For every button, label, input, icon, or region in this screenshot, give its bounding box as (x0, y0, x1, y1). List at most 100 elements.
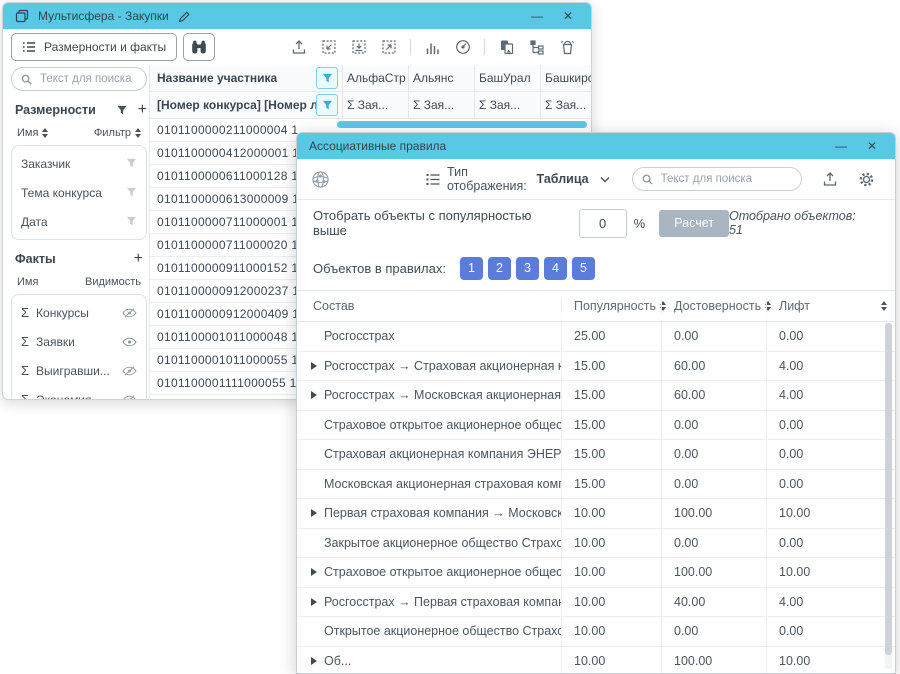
close-button[interactable]: ✕ (861, 137, 883, 155)
scrollbar-thumb[interactable] (885, 323, 892, 655)
eye-off-icon[interactable] (122, 308, 137, 318)
rule-row[interactable]: Росгосстрах → Первая страховая компания1… (297, 588, 895, 618)
rename-pencil-icon[interactable] (178, 10, 191, 23)
eye-icon[interactable] (122, 337, 137, 347)
participant-column-header[interactable]: Альянс (408, 65, 474, 91)
col-name-label[interactable]: Имя (17, 276, 38, 288)
search-objects-button[interactable] (183, 33, 215, 61)
rule-row[interactable]: Росгосстрах → Московская акционерная с..… (297, 381, 895, 411)
rule-row[interactable]: Московская акционерная страховая комп...… (297, 470, 895, 500)
dimensions-filter-icon[interactable] (116, 105, 128, 116)
participant-measure-cell[interactable]: Σ Зая... (540, 92, 592, 118)
row-header-sub-cell[interactable]: [Номер конкурса] [Номер лота] (150, 92, 342, 118)
dimensions-facts-button[interactable]: Размерности и факты (11, 33, 177, 61)
sort-arrows-icon[interactable] (881, 301, 887, 311)
filter-funnel-icon[interactable] (126, 187, 137, 198)
confidence-cell: 0.00 (661, 617, 766, 646)
fact-item[interactable]: ΣЭкономия (12, 385, 146, 400)
calc-button[interactable]: Расчет (659, 210, 729, 237)
dimension-item[interactable]: Тема конкурса (12, 178, 146, 207)
col-visibility-label[interactable]: Видимость (85, 276, 141, 288)
participant-measure-cell[interactable]: Σ Зая... (408, 92, 474, 118)
participant-column-header[interactable]: Башкирс (540, 65, 592, 91)
popularity-cell: 15.00 (561, 411, 661, 440)
sidebar-search[interactable] (11, 67, 147, 91)
eye-off-icon[interactable] (122, 395, 137, 401)
minimize-button[interactable]: — (830, 137, 852, 155)
rule-size-button[interactable]: 2 (488, 257, 511, 280)
view-type-selector[interactable]: Тип отображения: Таблица (426, 165, 610, 193)
rule-row[interactable]: Первая страховая компания → Московска...… (297, 499, 895, 529)
filter-funnel-icon[interactable] (126, 158, 137, 169)
rule-row[interactable]: Росгосстрах → Страховая акционерная ко..… (297, 352, 895, 382)
close-button[interactable]: ✕ (557, 7, 579, 25)
dimension-item[interactable]: Дата (12, 207, 146, 236)
threshold-input[interactable] (579, 209, 627, 238)
hierarchy-icon[interactable] (528, 39, 545, 56)
export-icon[interactable] (290, 39, 307, 56)
participant-column-header[interactable]: АльфаСтр (342, 65, 408, 91)
rule-name-cell: Страховое открытое акционерное общест... (297, 411, 561, 440)
gear-icon[interactable] (858, 171, 875, 188)
column-header-popularity[interactable]: Популярность (561, 299, 661, 313)
fact-item[interactable]: ΣКонкурсы (12, 298, 146, 327)
upload-icon[interactable] (822, 171, 838, 188)
rule-row[interactable]: Открытое акционерное общество Страхов...… (297, 617, 895, 647)
col-filter-label[interactable]: Фильтр (94, 127, 131, 139)
lift-cell: 0.00 (766, 470, 895, 499)
rule-row[interactable]: Страховая акционерная компания ЭНЕРГ...1… (297, 440, 895, 470)
column-header-confidence[interactable]: Достоверность (661, 299, 766, 313)
rule-row[interactable]: Закрытое акционерное общество Страхов...… (297, 529, 895, 559)
expand-arrow-icon[interactable] (311, 391, 317, 399)
rule-row[interactable]: Об...10.00100.0010.00 (297, 647, 895, 674)
rule-row[interactable]: Страховое открытое акционерное общест...… (297, 411, 895, 441)
sort-arrows-icon[interactable] (135, 128, 141, 138)
rule-size-button[interactable]: 3 (516, 257, 539, 280)
row-header-title-cell[interactable]: Название участника (150, 65, 342, 91)
expand-arrow-icon[interactable] (311, 657, 317, 665)
participant-measure-cell[interactable]: Σ Зая... (474, 92, 540, 118)
rule-row[interactable]: Росгосстрах25.000.000.00 (297, 322, 895, 352)
eye-off-icon[interactable] (122, 366, 137, 376)
popularity-cell: 10.00 (561, 499, 661, 528)
rule-size-button[interactable]: 4 (544, 257, 567, 280)
expand-arrow-icon[interactable] (311, 509, 317, 517)
add-fact-button[interactable]: + (134, 251, 143, 267)
area-add-icon[interactable] (320, 39, 337, 56)
area-import-icon[interactable] (350, 39, 367, 56)
add-dimension-button[interactable]: + (138, 102, 147, 118)
cleanup-icon[interactable] (558, 39, 575, 56)
histogram-icon[interactable] (424, 39, 441, 56)
column-header-sostav[interactable]: Состав (297, 299, 561, 313)
expand-arrow-icon[interactable] (311, 362, 317, 370)
col-name-label[interactable]: Имя (17, 127, 38, 139)
sort-arrows-icon[interactable] (42, 128, 48, 138)
column-header-lift[interactable]: Лифт (766, 299, 895, 313)
dimension-item[interactable]: Заказчик (12, 149, 146, 178)
fact-item[interactable]: ΣВыигравши... (12, 356, 146, 385)
area-collapse-icon[interactable] (380, 39, 397, 56)
dimensions-header: Размерности + (11, 91, 147, 125)
participant-measure-cell[interactable]: Σ Зая... (342, 92, 408, 118)
expand-arrow-icon[interactable] (311, 568, 317, 576)
filter-funnel-active-icon[interactable] (316, 94, 338, 116)
fact-item[interactable]: ΣЗаявки (12, 327, 146, 356)
sidebar-search-input[interactable] (38, 72, 137, 86)
graph-icon[interactable] (311, 170, 330, 189)
main-titlebar: Мультисфера - Закупки — ✕ (3, 3, 591, 29)
dialog-search-input[interactable] (659, 172, 792, 186)
expand-arrow-icon[interactable] (311, 598, 317, 606)
rule-size-button[interactable]: 1 (460, 257, 483, 280)
rule-size-button[interactable]: 5 (572, 257, 595, 280)
rule-row[interactable]: Страховое открытое акционерное общест...… (297, 558, 895, 588)
copy-sheet-icon[interactable] (498, 39, 515, 56)
filter-funnel-active-icon[interactable] (316, 67, 338, 89)
horizontal-scrollbar[interactable] (337, 121, 587, 128)
dialog-search[interactable] (632, 167, 802, 191)
gauge-icon[interactable] (454, 39, 471, 56)
minimize-button[interactable]: — (526, 7, 548, 25)
participant-column-header[interactable]: БашУрал (474, 65, 540, 91)
rule-name: Росгосстрах → Первая страховая компания (324, 595, 561, 609)
filter-funnel-icon[interactable] (126, 216, 137, 227)
vertical-scrollbar[interactable] (885, 323, 892, 669)
